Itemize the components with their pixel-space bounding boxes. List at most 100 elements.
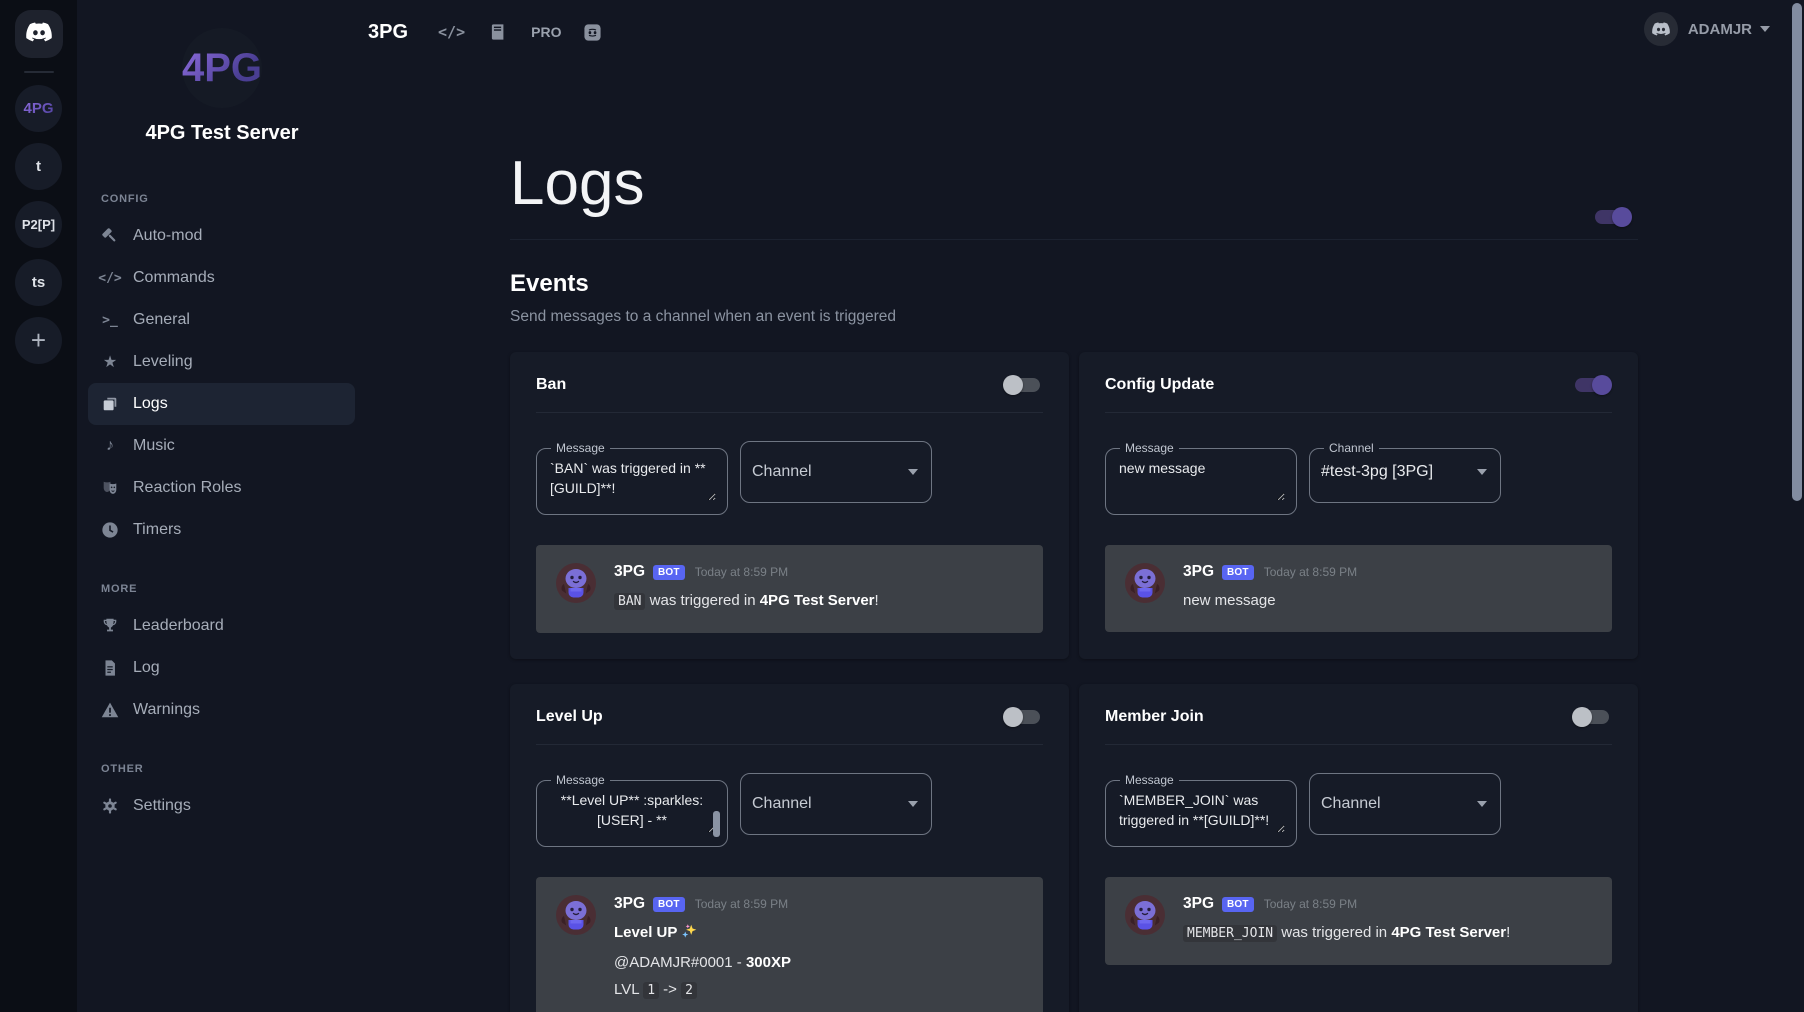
code-icon[interactable]: </> <box>438 23 465 41</box>
message-field: Message `MEMBER_JOIN` was triggered in *… <box>1105 773 1297 847</box>
sidebar-item-leaderboard[interactable]: Leaderboard <box>100 605 343 647</box>
chevron-down-icon <box>1760 26 1770 32</box>
gear-icon <box>100 796 120 816</box>
bot-avatar-icon <box>1125 895 1165 935</box>
channel-select[interactable]: Channel <box>1309 773 1501 835</box>
server-item-p2p[interactable]: P2[P] <box>15 201 62 248</box>
textarea-scrollbar[interactable] <box>713 811 720 837</box>
discord-server-icon[interactable] <box>583 23 602 42</box>
bot-name: 3PG <box>614 895 645 913</box>
card-title: Level Up <box>536 708 603 726</box>
star-icon: ★ <box>100 352 120 372</box>
message-label: Message <box>551 773 610 787</box>
timestamp: Today at 8:59 PM <box>695 565 788 579</box>
sidebar-item-commands[interactable]: </> Commands <box>100 257 343 299</box>
title-divider <box>510 239 1638 240</box>
sidebar: 4PG 4PG Test Server CONFIG Auto-mod </> … <box>77 0 367 1012</box>
message-field: Message **Level UP** :sparkles: [USER] -… <box>536 773 728 847</box>
user-menu[interactable]: ADAMJR <box>1644 12 1770 46</box>
pro-link[interactable]: PRO <box>531 24 561 40</box>
sidebar-item-log[interactable]: Log <box>100 647 343 689</box>
message-input[interactable]: `MEMBER_JOIN` was triggered in **[GUILD]… <box>1117 789 1285 833</box>
event-card-config-update: Config Update Message new message Channe… <box>1079 352 1638 659</box>
message-input[interactable]: new message <box>1117 457 1285 501</box>
warning-icon <box>100 700 120 720</box>
sidebar-item-timers[interactable]: Timers <box>100 509 343 551</box>
sidebar-item-general[interactable]: >_ General <box>100 299 343 341</box>
level-up-toggle[interactable] <box>1003 706 1043 728</box>
topbar: 3PG </> PRO <box>368 14 626 50</box>
bot-name: 3PG <box>614 563 645 581</box>
message-label: Message <box>551 441 610 455</box>
events-heading: Events <box>510 270 1638 298</box>
add-server-button[interactable]: + <box>15 317 62 364</box>
code-icon: </> <box>100 268 120 288</box>
card-divider <box>536 744 1043 745</box>
message-field: Message new message <box>1105 441 1297 515</box>
sidebar-item-logs[interactable]: Logs <box>88 383 355 425</box>
discord-logo-icon <box>26 22 52 47</box>
card-divider <box>1105 412 1612 413</box>
brand-link[interactable]: 3PG <box>368 21 408 44</box>
sidebar-item-warnings[interactable]: Warnings <box>100 689 343 731</box>
username: ADAMJR <box>1688 21 1752 38</box>
preview-message-line3: LVL 1 -> 2 <box>614 976 791 1004</box>
message-input[interactable]: **Level UP** :sparkles: [USER] - ** <box>548 789 716 833</box>
sidebar-item-reaction-roles[interactable]: Reaction Roles <box>100 467 343 509</box>
bot-badge: BOT <box>1222 897 1254 912</box>
discord-message-preview: 3PG BOT Today at 8:59 PM Level UP @ADAMJ… <box>536 877 1043 1012</box>
message-label: Message <box>1120 441 1179 455</box>
bot-avatar-icon <box>556 895 596 935</box>
music-note-icon: ♪ <box>100 436 120 456</box>
server-item-ts[interactable]: ts <box>15 259 62 306</box>
guild-logo: 4PG <box>182 28 262 108</box>
bot-badge: BOT <box>653 897 685 912</box>
preview-message-line1: Level UP <box>614 919 791 949</box>
sidebar-item-leveling[interactable]: ★ Leveling <box>100 341 343 383</box>
page-title: Logs <box>510 148 1638 219</box>
card-divider <box>1105 744 1612 745</box>
file-icon <box>100 658 120 678</box>
ban-toggle[interactable] <box>1003 374 1043 396</box>
card-title: Member Join <box>1105 708 1204 726</box>
discord-message-preview: 3PG BOT Today at 8:59 PM MEMBER_JOIN was… <box>1105 877 1612 965</box>
member-join-toggle[interactable] <box>1572 706 1612 728</box>
docs-book-icon[interactable] <box>489 23 507 41</box>
event-card-member-join: Member Join Message `MEMBER_JOIN` was tr… <box>1079 684 1638 1012</box>
config-update-toggle[interactable] <box>1572 374 1612 396</box>
message-input[interactable]: `BAN` was triggered in ** [GUILD]**! <box>548 457 716 501</box>
hammer-icon <box>100 226 120 246</box>
section-label-config: CONFIG <box>101 193 343 205</box>
sidebar-item-auto-mod[interactable]: Auto-mod <box>100 215 343 257</box>
server-item-t[interactable]: t <box>15 143 62 190</box>
scrollbar-thumb[interactable] <box>1792 3 1802 501</box>
sparkles-icon <box>681 922 698 949</box>
event-card-ban: Ban Message `BAN` was triggered in ** [G… <box>510 352 1069 659</box>
event-card-level-up: Level Up Message **Level UP** :sparkles:… <box>510 684 1069 1012</box>
channel-placeholder: Channel <box>752 795 812 813</box>
dropdown-caret-icon <box>908 801 918 807</box>
bot-badge: BOT <box>1222 565 1254 580</box>
server-rail: 4PG t P2[P] ts + <box>0 0 77 1012</box>
discord-message-preview: 3PG BOT Today at 8:59 PM BAN was trigger… <box>536 545 1043 633</box>
preview-message-line2: @ADAMJR#0001 - 300XP <box>614 949 791 976</box>
channel-placeholder: Channel <box>1321 795 1381 813</box>
main-content: Logs Events Send messages to a channel w… <box>510 148 1638 1012</box>
sidebar-item-settings[interactable]: Settings <box>100 785 343 827</box>
avatar <box>1644 12 1678 46</box>
discord-home-button[interactable] <box>15 10 63 58</box>
events-grid: Ban Message `BAN` was triggered in ** [G… <box>510 352 1638 1012</box>
bot-avatar-icon <box>1125 563 1165 603</box>
timestamp: Today at 8:59 PM <box>1264 897 1357 911</box>
bot-badge: BOT <box>653 565 685 580</box>
sidebar-item-music[interactable]: ♪ Music <box>100 425 343 467</box>
channel-value: #test-3pg [3PG] <box>1321 463 1433 481</box>
channel-select[interactable]: Channel <box>740 773 932 835</box>
trophy-icon <box>100 616 120 636</box>
server-item-4pg[interactable]: 4PG <box>15 85 62 132</box>
channel-select[interactable]: Channel <box>740 441 932 503</box>
section-label-other: OTHER <box>101 763 343 775</box>
channel-select[interactable]: Channel #test-3pg [3PG] <box>1309 441 1501 503</box>
logs-enabled-toggle[interactable] <box>1592 206 1632 228</box>
theater-masks-icon <box>100 478 120 498</box>
